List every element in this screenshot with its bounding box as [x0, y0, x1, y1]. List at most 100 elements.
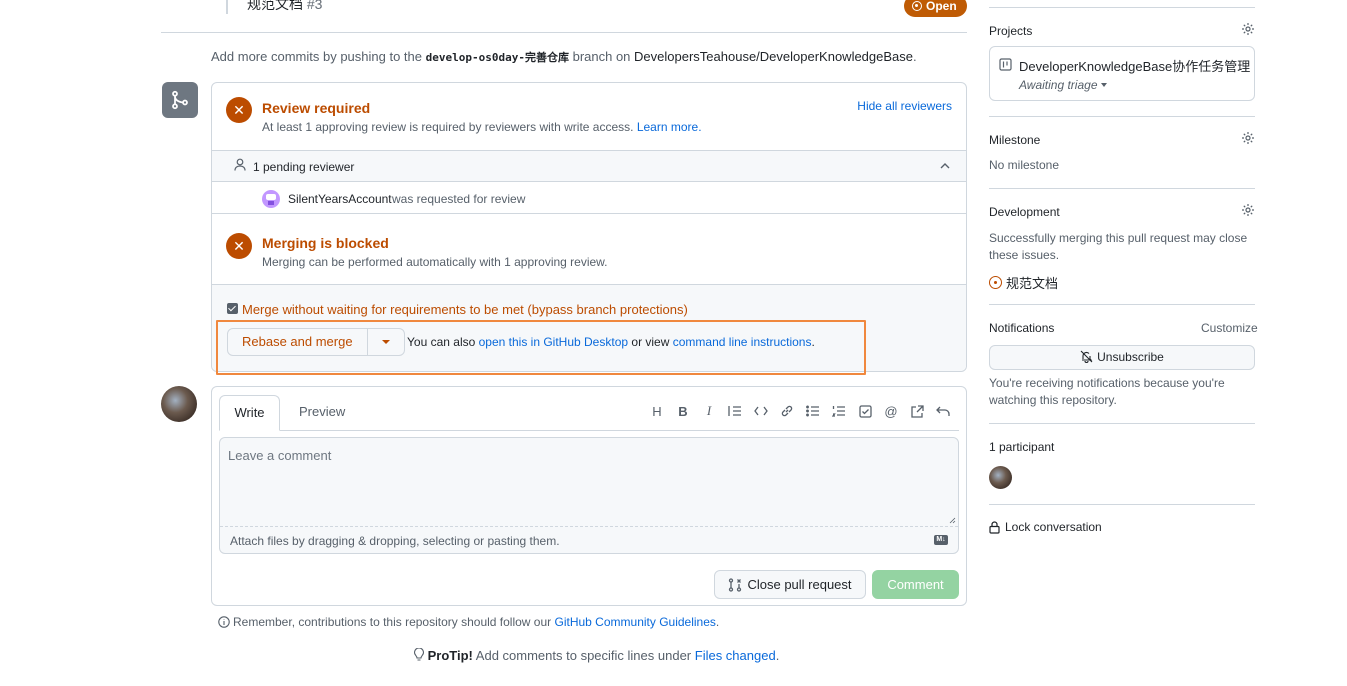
reference-icon[interactable] — [904, 402, 930, 420]
unsubscribe-label: Unsubscribe — [1097, 350, 1164, 364]
development-text: Successfully merging this pull request m… — [989, 231, 1248, 262]
bold-icon[interactable]: B — [670, 402, 696, 420]
sidebar-divider — [989, 423, 1255, 424]
protip-label: ProTip! — [427, 648, 473, 663]
commit-hint-prefix: Add more commits by pushing to the — [211, 49, 422, 64]
undo-icon[interactable] — [930, 402, 956, 420]
bypass-checkbox[interactable] — [227, 303, 238, 314]
branch-name[interactable]: develop-os0day-完善仓库 — [426, 51, 569, 64]
repo-name[interactable]: DevelopersTeahouse/DeveloperKnowledgeBas… — [634, 49, 913, 64]
code-icon[interactable] — [748, 402, 774, 420]
lock-conversation-link[interactable]: Lock conversation — [989, 520, 1102, 534]
mention-icon[interactable]: @ — [878, 402, 904, 420]
current-user-avatar[interactable] — [161, 386, 197, 422]
development-gear-icon[interactable] — [1241, 203, 1255, 217]
attach-files-hint[interactable]: Attach files by dragging & dropping, sel… — [230, 534, 560, 548]
linked-issue-title[interactable]: 规范文档 — [1006, 273, 1058, 292]
sidebar-divider — [989, 7, 1255, 8]
ordered-list-icon[interactable] — [826, 402, 852, 420]
quote-icon[interactable] — [722, 402, 748, 420]
lock-conversation-label: Lock conversation — [1005, 520, 1102, 534]
sidebar-divider — [989, 304, 1255, 305]
reviewer-name[interactable]: SilentYearsAccount — [288, 192, 392, 206]
notifications-label: Notifications — [989, 321, 1055, 335]
project-card[interactable]: DeveloperKnowledgeBase协作任务管理 Awaiting tr… — [989, 46, 1255, 101]
review-required-sub: At least 1 approving review is required … — [262, 120, 702, 134]
linked-issue[interactable]: 规范文档 — [989, 273, 1058, 292]
italic-icon[interactable]: I — [696, 402, 722, 420]
issue-open-icon — [912, 1, 922, 11]
close-pr-label: Close pull request — [747, 577, 852, 592]
protip-suffix: . — [775, 648, 780, 663]
review-required-text: At least 1 approving review is required … — [262, 120, 634, 134]
comment-input-area[interactable]: Leave a comment — [220, 438, 958, 527]
reviewer-avatar[interactable] — [262, 190, 280, 208]
merge-blocked-icon: ✕ — [226, 233, 252, 259]
highlight-annotation-box — [216, 320, 866, 375]
info-icon — [218, 616, 230, 628]
community-guidelines-note: Remember, contributions to this reposito… — [218, 615, 719, 629]
unordered-list-icon[interactable] — [800, 402, 826, 420]
participants-label: 1 participant — [989, 440, 1055, 454]
guidelines-link[interactable]: GitHub Community Guidelines — [555, 615, 716, 629]
unsubscribe-button[interactable]: Unsubscribe — [989, 345, 1255, 370]
commit-hint-middle: branch on — [572, 49, 631, 64]
chevron-up-icon[interactable] — [940, 162, 950, 169]
light-bulb-icon — [413, 647, 425, 661]
tab-write[interactable]: Write — [219, 395, 280, 431]
protip-text: Add comments to specific lines under — [475, 648, 692, 663]
remember-suffix: . — [715, 615, 720, 629]
link-icon[interactable] — [774, 402, 800, 420]
milestone-value: No milestone — [989, 158, 1060, 172]
bypass-label[interactable]: Merge without waiting for requirements t… — [242, 302, 688, 317]
hide-reviewers-link[interactable]: Hide all reviewers — [857, 99, 952, 113]
milestone-label[interactable]: Milestone — [989, 133, 1040, 147]
project-name[interactable]: DeveloperKnowledgeBase协作任务管理 — [1019, 56, 1250, 75]
project-status-dropdown[interactable]: Awaiting triage — [1019, 78, 1107, 92]
comment-placeholder: Leave a comment — [228, 448, 332, 463]
close-pr-button[interactable]: Close pull request — [714, 570, 866, 599]
reviewer-status: was requested for review — [392, 192, 526, 206]
issue-number: #3 — [306, 0, 323, 12]
bell-slash-icon — [1080, 350, 1093, 363]
resize-handle-icon[interactable] — [949, 517, 956, 524]
merge-blocked-title: Merging is blocked — [262, 235, 389, 251]
notifications-reason: You're receiving notifications because y… — [989, 376, 1225, 407]
learn-more-link[interactable]: Learn more. — [637, 120, 702, 134]
participant-avatar[interactable] — [989, 466, 1012, 489]
markdown-icon[interactable]: M↓ — [934, 535, 948, 545]
commit-hint-suffix: . — [913, 49, 917, 64]
review-failed-icon: ✕ — [226, 97, 252, 123]
comment-textarea[interactable]: Leave a comment Attach files by dragging… — [219, 437, 959, 554]
heading-icon[interactable]: H — [644, 402, 670, 420]
task-list-icon[interactable] — [852, 402, 878, 420]
merge-blocked-sub: Merging can be performed automatically w… — [262, 255, 608, 269]
state-badge: Open — [904, 0, 967, 17]
pull-request-closed-icon — [729, 578, 742, 592]
tabs-divider — [219, 430, 959, 431]
projects-gear-icon[interactable] — [1241, 22, 1255, 36]
commit-hint: Add more commits by pushing to the devel… — [211, 49, 917, 65]
comment-button[interactable]: Comment — [872, 570, 959, 599]
review-required-title: Review required — [262, 100, 371, 116]
files-changed-link[interactable]: Files changed — [695, 648, 776, 663]
project-table-icon — [999, 58, 1012, 71]
issue-open-icon — [989, 276, 1002, 289]
development-label[interactable]: Development — [989, 205, 1060, 219]
protip: ProTip! Add comments to specific lines u… — [413, 647, 780, 663]
reviewer-row: SilentYearsAccount was requested for rev… — [212, 182, 966, 214]
customize-notifications-link[interactable]: Customize — [1201, 321, 1258, 335]
sidebar-divider — [989, 504, 1255, 505]
projects-label[interactable]: Projects — [989, 24, 1032, 38]
caret-down-icon — [1100, 83, 1107, 87]
issue-title-text[interactable]: 规范文档 — [247, 0, 303, 12]
linked-issue-title[interactable]: 规范文档 #3 — [247, 0, 322, 14]
project-status: Awaiting triage — [1019, 78, 1098, 92]
milestone-gear-icon[interactable] — [1241, 131, 1255, 145]
person-icon — [234, 158, 246, 171]
pending-reviewers-bar[interactable]: 1 pending reviewer — [212, 150, 966, 182]
lock-icon — [989, 520, 1000, 534]
state-badge-label: Open — [926, 0, 957, 13]
tab-preview[interactable]: Preview — [299, 404, 345, 419]
timeline-connector — [226, 0, 228, 14]
